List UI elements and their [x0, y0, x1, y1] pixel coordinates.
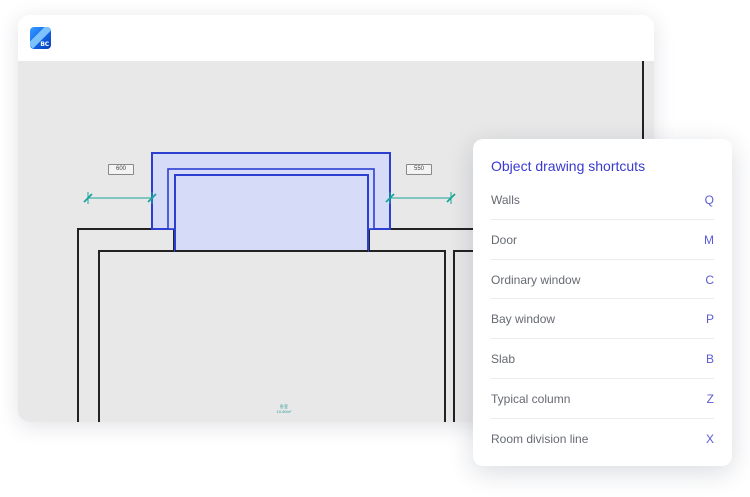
wall-structure[interactable] — [77, 228, 478, 422]
shortcut-key: X — [705, 431, 714, 446]
shortcut-row-room-division-line[interactable]: Room division line X — [491, 419, 714, 459]
logo-text: BC — [40, 41, 49, 48]
shortcut-row-door[interactable]: Door M — [491, 220, 714, 260]
app-logo[interactable]: BC — [30, 27, 51, 49]
panel-title: Object drawing shortcuts — [491, 158, 646, 174]
room-label[interactable]: 卧室 10.60m² — [268, 404, 300, 414]
shortcut-label: Walls — [491, 193, 520, 207]
app-header: BC — [18, 15, 654, 61]
shortcut-key: C — [705, 272, 714, 287]
shortcut-label: Door — [491, 232, 518, 247]
dimension-line-right[interactable] — [385, 192, 456, 204]
shortcut-key: M — [704, 232, 714, 247]
shortcuts-panel: Object drawing shortcuts Walls Q Door M … — [473, 139, 732, 466]
shortcut-label: Typical column — [491, 391, 571, 406]
dimension-line-left[interactable] — [83, 192, 157, 204]
shortcut-label: Room division line — [491, 431, 589, 446]
shortcut-key: Z — [706, 391, 714, 406]
shortcut-list: Walls Q Door M Ordinary window C Bay win… — [491, 180, 714, 459]
room-area: 10.60m² — [276, 409, 292, 414]
shortcut-label: Slab — [491, 352, 516, 367]
shortcut-key: B — [705, 352, 714, 367]
shortcut-row-typical-column[interactable]: Typical column Z — [491, 379, 714, 419]
shortcut-row-slab[interactable]: Slab B — [491, 339, 714, 379]
shortcut-row-walls[interactable]: Walls Q — [491, 180, 714, 220]
shortcut-row-ordinary-window[interactable]: Ordinary window C — [491, 260, 714, 300]
dimension-label-left[interactable]: 600 — [108, 164, 134, 175]
shortcut-row-bay-window[interactable]: Bay window P — [491, 299, 714, 340]
shortcut-key: P — [705, 312, 714, 327]
bay-window[interactable] — [151, 152, 391, 252]
shortcut-label: Ordinary window — [491, 272, 581, 287]
dimension-label-right[interactable]: 550 — [406, 164, 432, 175]
shortcut-key: Q — [704, 193, 714, 207]
shortcut-label: Bay window — [491, 312, 556, 327]
